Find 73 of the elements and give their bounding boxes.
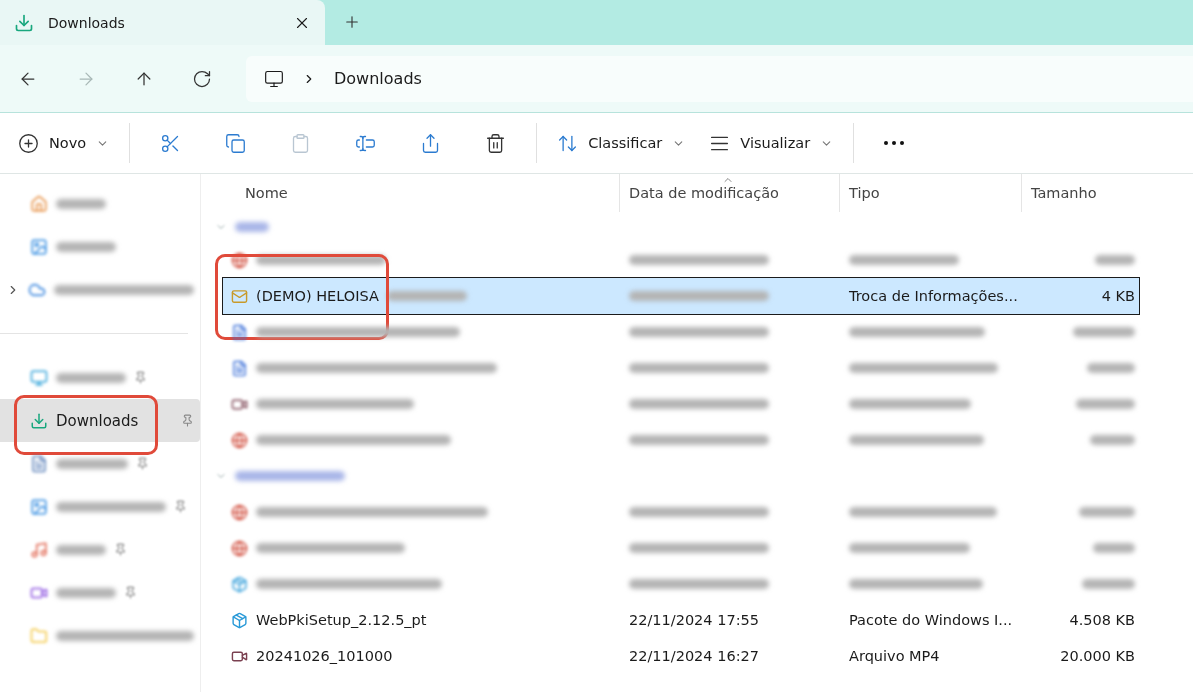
installer-icon [231,575,248,593]
computer-icon [264,68,284,89]
download-icon [14,12,34,33]
column-header[interactable]: Tipo [839,174,1021,212]
web-file-icon [231,503,248,521]
tab-title: Downloads [48,14,126,31]
type-cell: Troca de Informações... [849,288,1018,304]
blurred-text [56,241,116,252]
size-cell: 20.000 KB [1060,648,1135,664]
plus-circle-icon [18,132,39,154]
installer-icon [231,611,248,629]
mail-file-icon [231,287,248,305]
blurred-text [56,198,106,209]
column-header[interactable]: Data de modificação [619,174,839,212]
file-row[interactable]: (DEMO) HELOISA Troca de Informações... 4 KB [223,278,1139,314]
pin-icon [134,371,147,384]
file-name: (DEMO) HELOISA [256,288,379,304]
picture-icon [30,497,48,516]
web-file-icon [231,431,248,449]
refresh-icon [192,68,212,89]
sidebar-item[interactable]: Downloads [0,399,200,442]
file-name: 20241026_101000 [256,648,393,664]
pin-icon [124,586,137,599]
pin-icon [174,500,187,513]
address-bar[interactable]: Downloads [246,55,1193,102]
blurred-text [1093,543,1135,553]
file-name: WebPkiSetup_2.12.5_pt [256,612,427,628]
file-row[interactable]: 20241026_101000 22/11/2024 16:27 Arquivo MP4 20.000 KB [223,638,1139,674]
blurred-text [1095,255,1135,265]
document-file-icon [231,323,248,341]
gallery-icon [30,237,48,256]
breadcrumb-item[interactable]: Downloads [334,69,422,88]
date-cell: 22/11/2024 16:27 [629,648,759,664]
date-cell: 22/11/2024 17:55 [629,612,759,628]
pin-icon [136,457,149,470]
view-button[interactable]: Visualizar [699,123,844,163]
blurred-text [1079,507,1135,517]
sort-button[interactable]: Classificar [547,123,696,163]
blurred-text [56,372,126,383]
size-cell: 4.508 KB [1069,612,1135,628]
download-icon [30,411,48,430]
document-icon [30,454,48,473]
blurred-text [56,458,128,469]
column-header[interactable]: Tamanho [1021,174,1143,212]
web-file-icon [231,539,248,557]
web-file-icon [231,251,248,269]
blurred-text [1073,327,1135,337]
more-icon [884,141,905,145]
trash-icon [485,132,507,154]
sidebar-label: Downloads [56,411,140,430]
new-button[interactable]: Novo [8,123,120,163]
column-header[interactable]: Nome [201,174,619,212]
folder-icon [30,626,48,645]
home-icon [30,194,48,213]
blurred-text [56,544,106,555]
desktop-icon [30,368,48,387]
pin-icon [114,543,127,556]
copy-icon [225,132,247,154]
music-icon [30,540,48,559]
blurred-text [1082,579,1135,589]
blurred-text [1087,363,1135,373]
blurred-text [1076,399,1135,409]
pin-icon [181,414,194,427]
plus-icon [343,13,361,31]
type-cell: Arquivo MP4 [849,648,940,664]
blurred-text [1090,435,1135,445]
tab[interactable]: Downloads [0,0,325,45]
file-row[interactable]: WebPkiSetup_2.12.5_pt 22/11/2024 17:55 Pacote do Windows I... 4.508 KB [223,602,1139,638]
blurred-text [235,222,269,232]
blurred-text [56,587,116,598]
type-cell: Pacote do Windows I... [849,612,1013,628]
size-cell: 4 KB [1101,288,1135,304]
document-file-icon [231,359,248,377]
